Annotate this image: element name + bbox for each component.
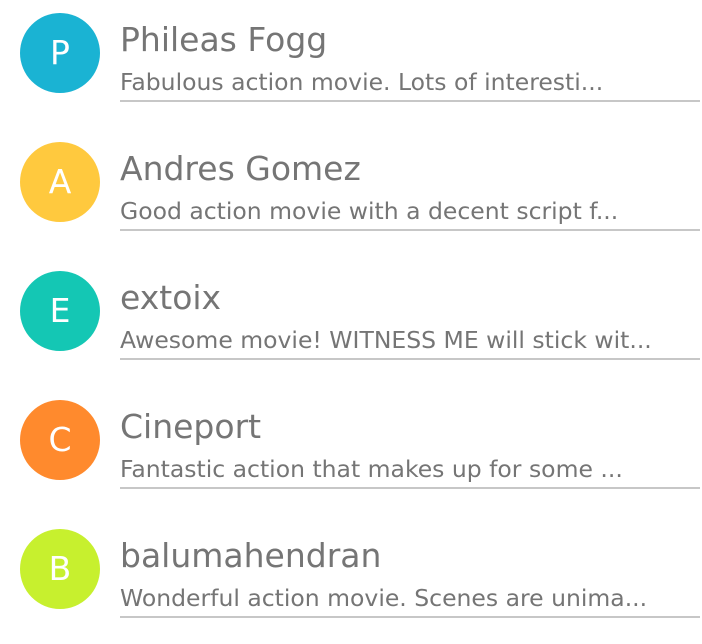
reviewer-name: Phileas Fogg [120,20,328,59]
review-snippet: Good action movie with a decent script f… [120,197,619,225]
avatar: E [20,271,100,351]
review-snippet: Wonderful action movie. Scenes are unima… [120,584,648,612]
review-snippet: Awesome movie! WITNESS ME will stick wit… [120,326,652,354]
review-list: P Phileas Fogg Fabulous action movie. Lo… [0,0,702,624]
review-item[interactable]: A Andres Gomez Good action movie with a … [0,129,702,257]
review-item[interactable]: C Cineport Fantastic action that makes u… [0,387,702,515]
review-snippet: Fabulous action movie. Lots of interesti… [120,68,604,96]
avatar: C [20,400,100,480]
review-item[interactable]: B balumahendran Wonderful action movie. … [0,516,702,644]
avatar: P [20,13,100,93]
divider [120,487,700,489]
divider [120,100,700,102]
reviewer-name: balumahendran [120,536,382,575]
divider [120,358,700,360]
avatar: B [20,529,100,609]
reviewer-name: extoix [120,278,222,317]
reviewer-name: Andres Gomez [120,149,361,188]
divider [120,616,700,618]
divider [120,229,700,231]
avatar: A [20,142,100,222]
review-snippet: Fantastic action that makes up for some … [120,455,623,483]
review-item[interactable]: P Phileas Fogg Fabulous action movie. Lo… [0,0,702,128]
review-item[interactable]: E extoix Awesome movie! WITNESS ME will … [0,258,702,386]
reviewer-name: Cineport [120,407,262,446]
